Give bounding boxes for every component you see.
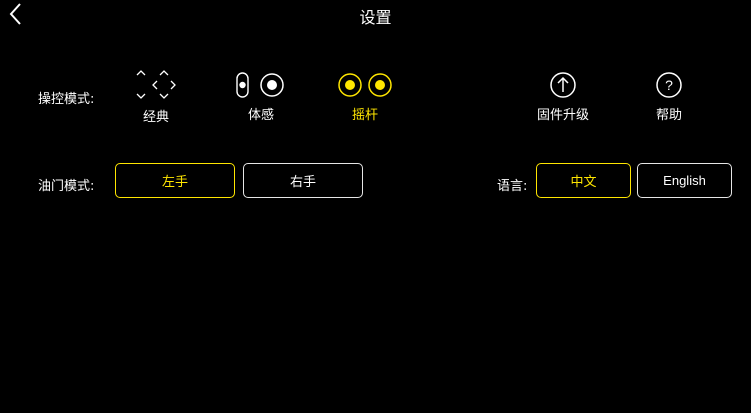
- svg-text:?: ?: [665, 77, 673, 93]
- question-mark-icon: ?: [656, 72, 682, 98]
- throttle-left-hand-button[interactable]: 左手: [115, 163, 235, 198]
- mode-joystick-label: 摇杆: [351, 108, 378, 123]
- mode-classic[interactable]: 经典: [128, 68, 184, 125]
- firmware-upgrade-button[interactable]: 固件升级: [530, 70, 596, 123]
- language-english-button[interactable]: English: [637, 163, 732, 198]
- mode-motion[interactable]: 体感: [234, 70, 288, 123]
- firmware-upgrade-label: 固件升级: [536, 108, 589, 123]
- language-label: 语言:: [497, 179, 528, 194]
- throttle-mode-label: 油门模式:: [38, 179, 95, 194]
- settings-screen: 设置 操控模式: 经典 体感 摇杆 固件升级 ? 帮助 油门模式: 左手 右手 …: [0, 0, 751, 413]
- help-button[interactable]: ? 帮助: [646, 70, 692, 123]
- page-title: 设置: [359, 8, 392, 27]
- help-label: 帮助: [655, 108, 682, 123]
- mode-classic-label: 经典: [142, 110, 169, 125]
- upload-arrow-icon: [550, 72, 576, 98]
- language-chinese-button[interactable]: 中文: [536, 163, 631, 198]
- throttle-right-hand-button[interactable]: 右手: [243, 163, 363, 198]
- dpad-arrows-icon: [136, 70, 176, 99]
- toggle-switch-icon: [236, 72, 284, 98]
- control-mode-label: 操控模式:: [38, 92, 95, 107]
- dual-joystick-icon: [338, 73, 392, 97]
- mode-motion-label: 体感: [247, 108, 274, 123]
- mode-joystick[interactable]: 摇杆: [336, 70, 394, 123]
